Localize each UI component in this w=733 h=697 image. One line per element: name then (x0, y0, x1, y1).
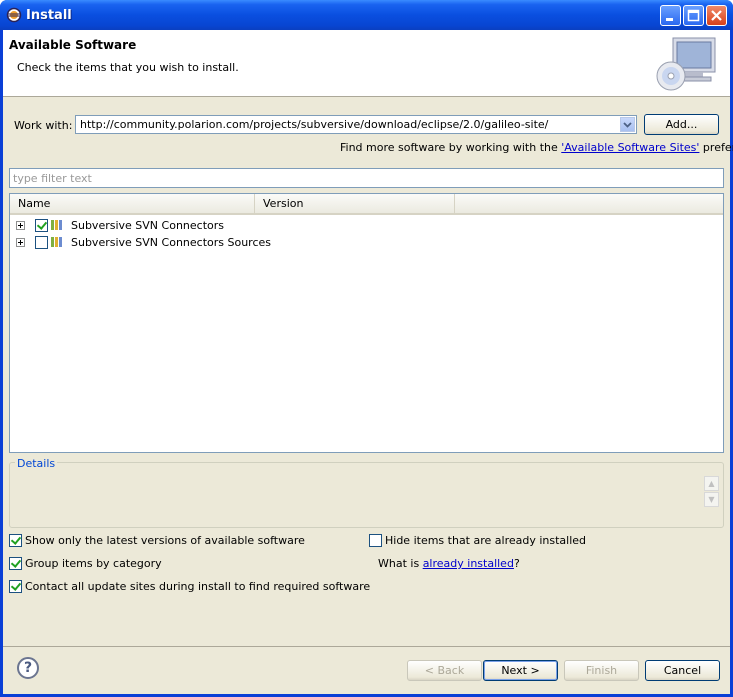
page-description: Check the items that you wish to install… (17, 61, 239, 74)
software-tree[interactable]: Name Version Subversive SVN Connectors S… (9, 193, 724, 453)
page-title: Available Software (9, 38, 137, 52)
hide-installed-label: Hide items that are already installed (385, 534, 587, 547)
tree-header: Name Version (10, 194, 723, 215)
hint-suffix: preferences. (702, 141, 733, 154)
group-by-category-label: Group items by category (25, 557, 162, 570)
close-icon (711, 10, 722, 21)
minimize-icon (666, 18, 673, 21)
footer-separator (3, 646, 730, 647)
add-button[interactable]: Add... (644, 114, 719, 135)
row-label: Subversive SVN Connectors (71, 219, 224, 232)
window-title: Install (26, 8, 72, 23)
finish-button[interactable]: Finish (564, 660, 639, 681)
contact-all-sites-label: Contact all update sites during install … (25, 580, 371, 593)
show-latest-checkbox[interactable] (9, 534, 22, 547)
maximize-icon (687, 9, 700, 22)
package-icon (51, 237, 62, 247)
software-sites-hint: Find more software by working with the '… (340, 141, 733, 154)
details-scroll-up[interactable]: ▲ (704, 476, 719, 491)
header-banner: Available Software Check the items that … (3, 30, 730, 97)
tree-row[interactable]: Subversive SVN Connectors (10, 217, 723, 234)
filter-field[interactable] (9, 168, 724, 188)
cancel-button[interactable]: Cancel (645, 660, 720, 681)
package-icon (51, 220, 62, 230)
work-with-value: http://community.polarion.com/projects/s… (80, 118, 549, 131)
column-version[interactable]: Version (255, 194, 455, 213)
back-button[interactable]: < Back (407, 660, 482, 681)
what-is-prefix: What is (378, 557, 423, 570)
contact-all-sites-checkbox[interactable] (9, 580, 22, 593)
details-scroll-down[interactable]: ▼ (704, 492, 719, 507)
hide-installed-checkbox[interactable] (369, 534, 382, 547)
available-software-sites-link[interactable]: 'Available Software Sites' (561, 141, 699, 154)
install-window: Install Available Software Check the ite… (0, 0, 733, 697)
expand-icon[interactable] (16, 221, 25, 230)
hint-prefix: Find more software by working with the (340, 141, 562, 154)
already-installed-hint: What is already installed? (378, 557, 520, 570)
work-with-combo[interactable]: http://community.polarion.com/projects/s… (75, 115, 637, 134)
row-checkbox[interactable] (35, 236, 48, 249)
already-installed-link[interactable]: already installed (423, 557, 514, 570)
title-bar[interactable]: Install (0, 0, 733, 30)
maximize-button[interactable] (683, 5, 704, 26)
what-is-suffix: ? (513, 557, 520, 570)
computer-cd-icon (656, 37, 716, 91)
column-name[interactable]: Name (10, 194, 255, 213)
group-by-category-checkbox[interactable] (9, 557, 22, 570)
row-checkbox[interactable] (35, 219, 48, 232)
details-group (9, 462, 724, 528)
dialog-body: Available Software Check the items that … (3, 30, 733, 694)
show-latest-label: Show only the latest versions of availab… (25, 534, 305, 547)
minimize-button[interactable] (660, 5, 681, 26)
filter-input[interactable] (13, 170, 713, 186)
close-button[interactable] (706, 5, 727, 26)
eclipse-icon (6, 7, 22, 23)
expand-icon[interactable] (16, 238, 25, 247)
tree-row[interactable]: Subversive SVN Connectors Sources (10, 234, 723, 251)
help-icon[interactable]: ? (17, 657, 39, 679)
combo-dropdown-button[interactable] (620, 117, 635, 132)
dropdown-arrow-icon (623, 122, 632, 128)
work-with-label: Work with: (14, 119, 73, 132)
row-label: Subversive SVN Connectors Sources (71, 236, 272, 249)
next-button[interactable]: Next > (483, 660, 558, 681)
details-label: Details (15, 457, 58, 470)
